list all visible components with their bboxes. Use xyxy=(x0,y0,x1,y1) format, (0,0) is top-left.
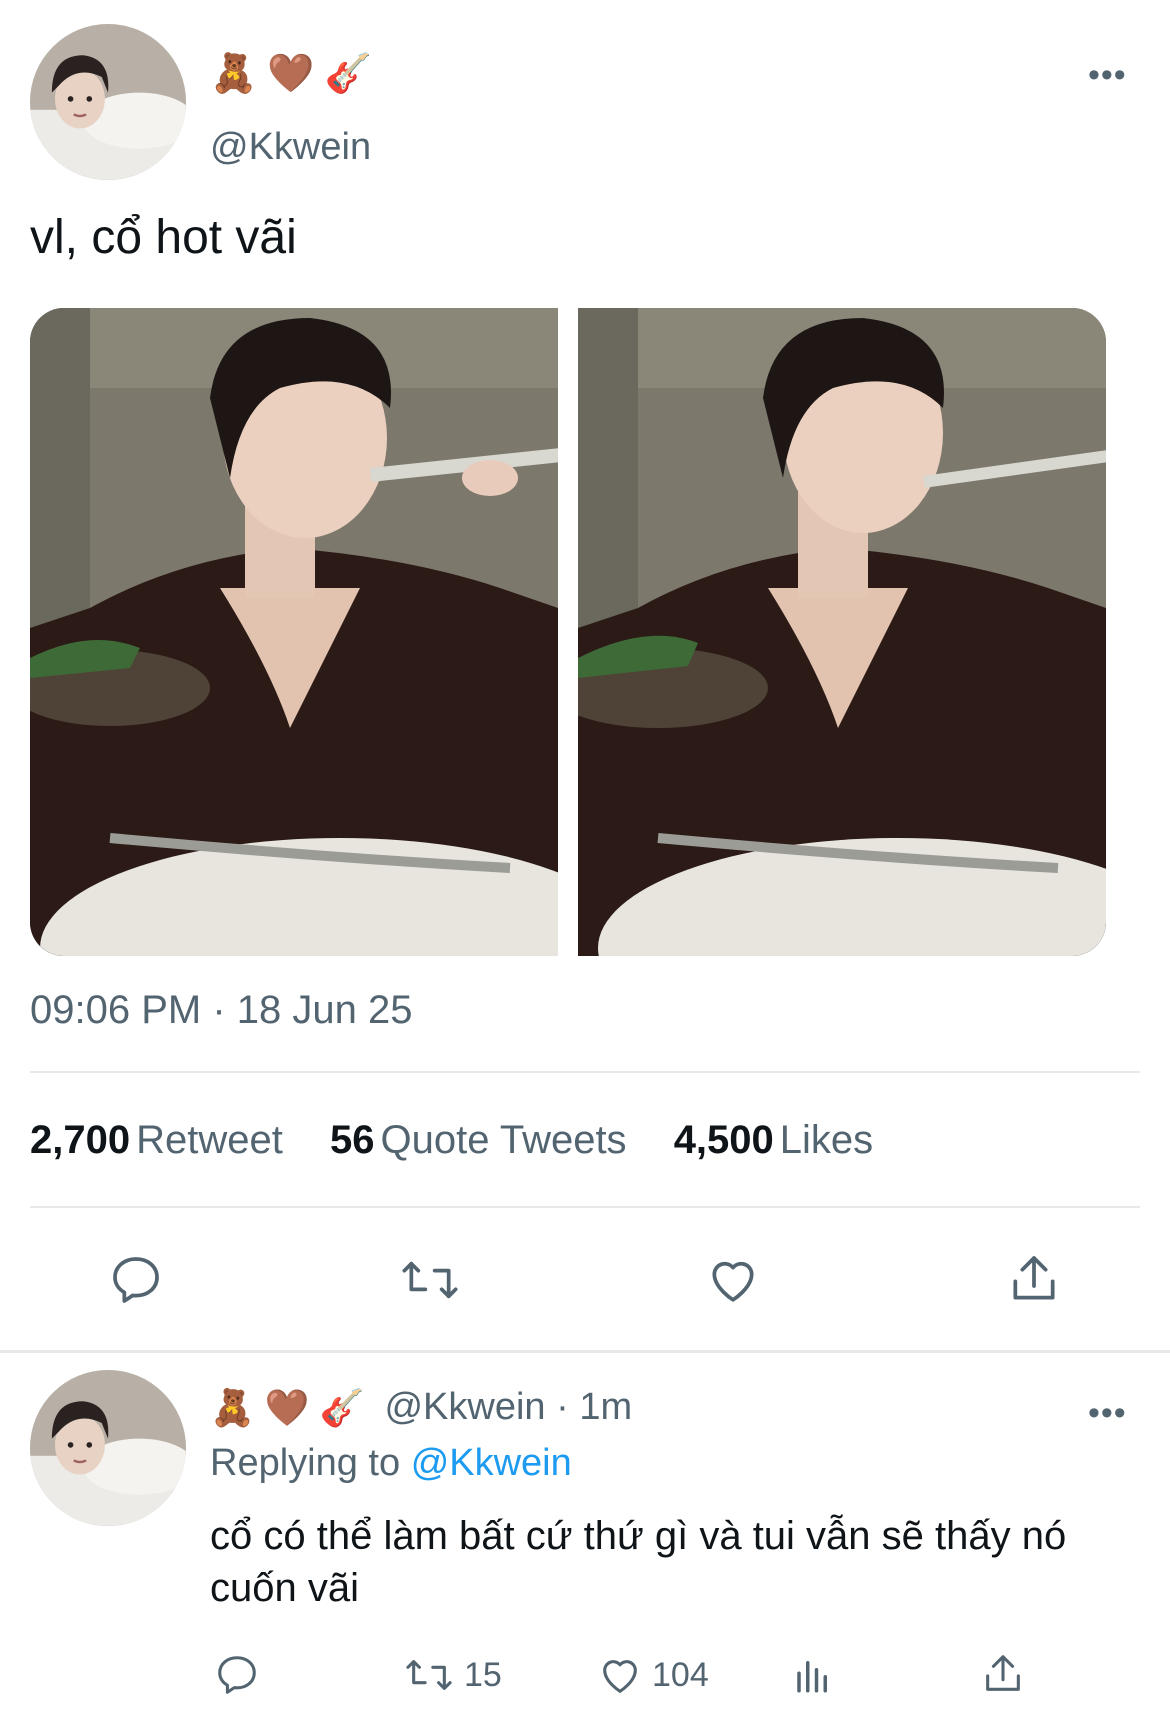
avatar-photo xyxy=(30,24,186,180)
reply-like-count: 104 xyxy=(652,1655,709,1694)
reply-text: cổ có thể làm bất cứ thứ gì và tui vẫn s… xyxy=(210,1514,1067,1610)
photo-woman-eating-right xyxy=(578,308,1106,956)
author-handle[interactable]: @Kkwein xyxy=(210,126,371,169)
more-options-icon[interactable]: ••• xyxy=(1088,58,1127,92)
quotes-stat[interactable]: 56 Quote Tweets xyxy=(330,1118,627,1162)
replying-to: Replying to @Kkwein xyxy=(210,1442,572,1485)
reply-like-button[interactable]: 104 xyxy=(596,1652,709,1698)
tweet-photo-1[interactable] xyxy=(30,308,558,956)
retweets-stat[interactable]: 2,700 Retweet xyxy=(30,1118,283,1162)
retweet-button[interactable] xyxy=(398,1252,462,1308)
heart-icon xyxy=(712,1261,754,1302)
divider xyxy=(30,1071,1140,1073)
like-button[interactable] xyxy=(704,1252,762,1308)
likes-count: 4,500 xyxy=(673,1118,774,1162)
likes-stat[interactable]: 4,500 Likes xyxy=(674,1118,874,1162)
analytics-icon xyxy=(797,1661,827,1693)
brown-heart-emoji: 🤎 xyxy=(267,53,315,95)
teddy-bear-emoji: 🧸 xyxy=(210,1386,255,1428)
avatar-photo xyxy=(30,1370,186,1526)
guitar-emoji: 🎸 xyxy=(319,1386,365,1428)
teddy-bear-emoji: 🧸 xyxy=(210,53,258,95)
tweet-text: vl, cổ hot vãi xyxy=(30,211,297,264)
divider xyxy=(30,1206,1140,1208)
reply-retweet-button[interactable]: 15 xyxy=(402,1652,502,1698)
retweets-count: 2,700 xyxy=(30,1118,131,1162)
author-name-emojis: 🧸 🤎 🎸 xyxy=(210,52,372,96)
share-button[interactable] xyxy=(1006,1250,1062,1308)
quotes-label: Quote Tweets xyxy=(380,1118,627,1162)
tweet-timestamp[interactable]: 09:06 PM · 18 Jun 25 xyxy=(30,988,412,1033)
guitar-emoji: 🎸 xyxy=(324,53,372,95)
reply-reply-button[interactable] xyxy=(214,1652,260,1698)
heart-icon xyxy=(603,1660,637,1693)
section-divider xyxy=(0,1350,1170,1353)
reply-author-header: 🧸 🤎 🎸 @Kkwein · 1m xyxy=(210,1386,632,1429)
tweet-stats: 2,700 Retweet 56 Quote Tweets 4,500 Likes xyxy=(30,1118,909,1163)
reply-more-options-icon[interactable]: ••• xyxy=(1088,1396,1127,1430)
author-avatar[interactable] xyxy=(30,24,186,180)
retweets-label: Retweet xyxy=(136,1118,283,1162)
share-icon xyxy=(986,1655,1020,1691)
retweet-icon xyxy=(402,1261,458,1299)
reply-retweet-count: 15 xyxy=(464,1655,502,1694)
likes-label: Likes xyxy=(779,1118,874,1162)
reply-icon xyxy=(113,1257,159,1303)
replying-to-label: Replying to xyxy=(210,1442,401,1484)
reply-share-button[interactable] xyxy=(980,1650,1026,1698)
reply-button[interactable] xyxy=(108,1252,164,1308)
reply-handle-time[interactable]: @Kkwein · 1m xyxy=(384,1386,632,1429)
share-icon xyxy=(1013,1256,1055,1300)
reply-icon xyxy=(218,1656,256,1694)
replying-to-handle[interactable]: @Kkwein xyxy=(411,1442,572,1484)
photo-woman-eating-left xyxy=(30,308,558,956)
tweet-photo-2[interactable] xyxy=(578,308,1106,956)
retweet-icon xyxy=(406,1660,452,1690)
quotes-count: 56 xyxy=(329,1118,375,1162)
brown-heart-emoji: 🤎 xyxy=(264,1386,310,1428)
reply-author-avatar[interactable] xyxy=(30,1370,186,1526)
reply-analytics-button[interactable] xyxy=(792,1652,834,1698)
